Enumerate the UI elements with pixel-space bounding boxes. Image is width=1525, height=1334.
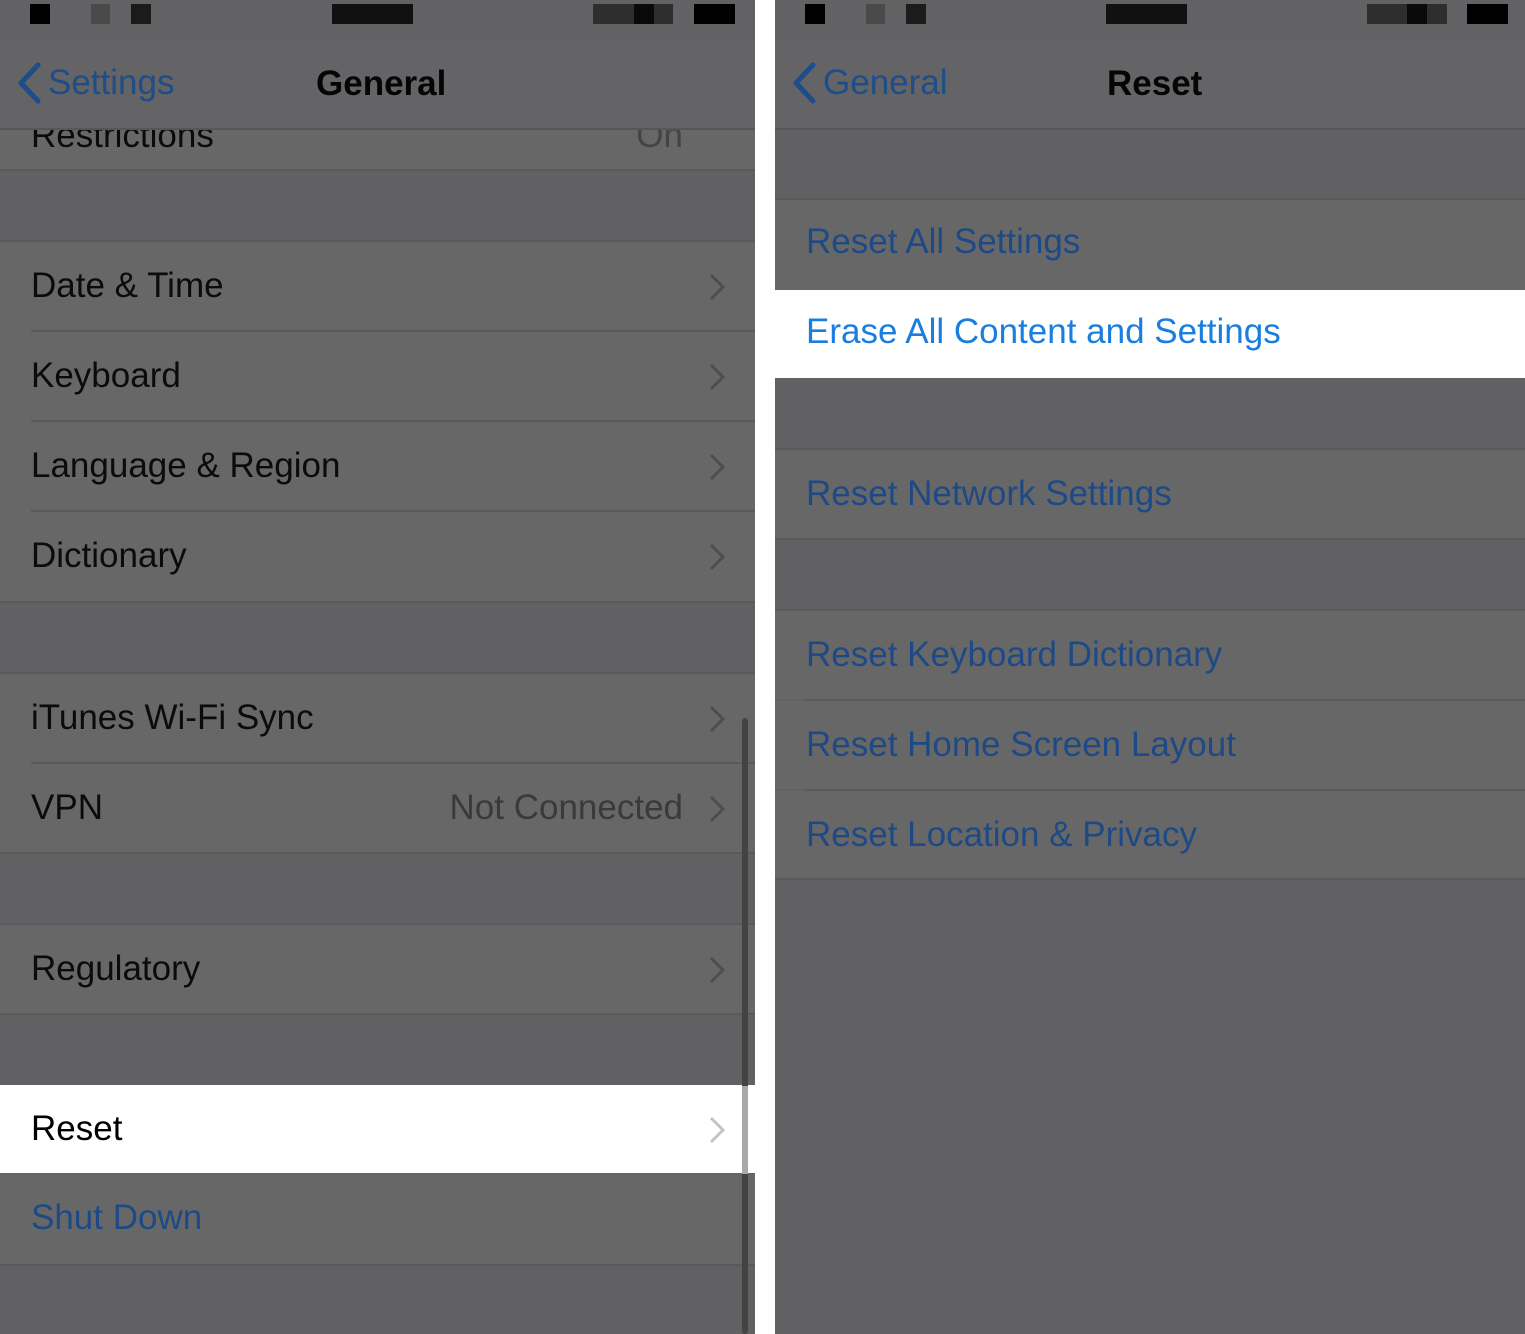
chevron-left-icon xyxy=(18,62,41,104)
list-item-shut-down[interactable]: Shut Down xyxy=(0,1174,755,1264)
back-button[interactable]: Settings xyxy=(16,62,174,104)
scrollbar[interactable] xyxy=(742,718,748,1334)
list-item-keyboard[interactable]: Keyboard xyxy=(0,332,755,422)
row-label: Reset Home Screen Layout xyxy=(806,725,1236,764)
row-label: iTunes Wi-Fi Sync xyxy=(31,698,314,737)
chevron-right-icon xyxy=(709,956,725,984)
reset-network-settings-button[interactable]: Reset Network Settings xyxy=(775,450,1525,538)
chevron-right-icon xyxy=(709,543,725,571)
status-time xyxy=(332,4,413,24)
list-item-regulatory[interactable]: Regulatory xyxy=(0,925,755,1015)
status-bar xyxy=(0,0,755,40)
row-label: Regulatory xyxy=(31,949,201,988)
panel-divider xyxy=(755,0,775,1334)
row-label: Dictionary xyxy=(31,536,187,575)
status-bar xyxy=(775,0,1525,40)
row-label: Reset xyxy=(31,1109,123,1148)
status-icon xyxy=(91,4,110,24)
chevron-right-icon xyxy=(709,1116,725,1144)
status-time xyxy=(1106,4,1187,24)
row-label: Shut Down xyxy=(31,1198,203,1237)
row-label: Erase All Content and Settings xyxy=(806,312,1281,351)
page-title: Reset xyxy=(1107,64,1203,103)
chevron-right-icon xyxy=(709,453,725,481)
chevron-right-icon xyxy=(709,273,725,301)
erase-all-content-button[interactable]: Erase All Content and Settings xyxy=(775,290,1525,378)
status-icon xyxy=(634,4,654,24)
row-label: Reset Keyboard Dictionary xyxy=(806,635,1223,674)
status-icon xyxy=(131,4,151,24)
chevron-right-icon xyxy=(709,795,725,823)
list-item-language-region[interactable]: Language & Region xyxy=(0,422,755,512)
row-label: Reset All Settings xyxy=(806,222,1081,261)
row-label: Reset Network Settings xyxy=(806,474,1172,513)
list-item-reset[interactable]: Reset xyxy=(0,1085,755,1173)
list-item-vpn[interactable]: VPN Not Connected xyxy=(0,764,755,854)
reset-all-settings-button[interactable]: Reset All Settings xyxy=(775,200,1525,290)
status-icon xyxy=(906,4,926,24)
chevron-right-icon xyxy=(709,363,725,391)
battery-icon xyxy=(694,4,735,24)
row-label: Language & Region xyxy=(31,446,341,485)
row-label: Reset Location & Privacy xyxy=(806,815,1198,854)
navigation-bar: General Reset xyxy=(775,40,1525,130)
list-item-itunes-wifi-sync[interactable]: iTunes Wi-Fi Sync xyxy=(0,674,755,764)
list-item-date-time[interactable]: Date & Time xyxy=(0,242,755,332)
reset-screen: General Reset Reset All Settings Erase A… xyxy=(775,0,1525,1334)
general-settings-screen: Restrictions On Settings General Date & … xyxy=(0,0,755,1334)
battery-icon xyxy=(1467,4,1508,24)
navigation-bar: Settings General xyxy=(0,40,755,130)
reset-keyboard-dictionary-button[interactable]: Reset Keyboard Dictionary xyxy=(775,611,1525,699)
vpn-status-value: Not Connected xyxy=(449,788,683,827)
chevron-left-icon xyxy=(793,62,816,104)
list-item-dictionary[interactable]: Dictionary xyxy=(0,512,755,602)
page-title: General xyxy=(316,64,447,103)
status-icon xyxy=(1407,4,1427,24)
back-button-label: Settings xyxy=(48,63,175,102)
status-icon xyxy=(30,4,50,24)
reset-location-privacy-button[interactable]: Reset Location & Privacy xyxy=(775,791,1525,879)
back-button-label: General xyxy=(823,63,948,102)
row-label: Date & Time xyxy=(31,266,224,305)
status-icon xyxy=(866,4,885,24)
status-icon xyxy=(593,4,673,24)
reset-home-screen-layout-button[interactable]: Reset Home Screen Layout xyxy=(775,701,1525,789)
back-button[interactable]: General xyxy=(791,62,948,104)
row-label: Keyboard xyxy=(31,356,181,395)
chevron-right-icon xyxy=(709,705,725,733)
status-icon xyxy=(805,4,825,24)
row-label: VPN xyxy=(31,788,103,827)
